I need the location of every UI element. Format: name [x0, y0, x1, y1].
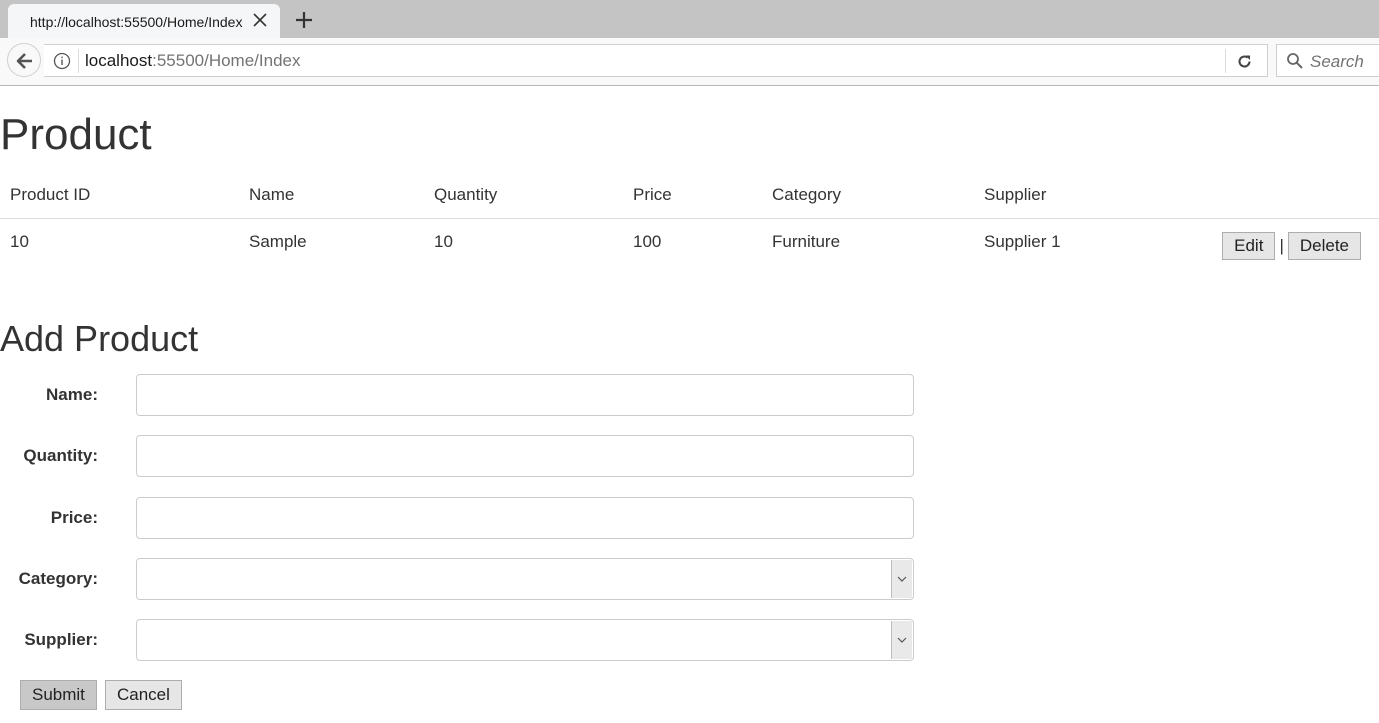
edit-button[interactable]: Edit [1222, 232, 1276, 260]
cell-category: Furniture [772, 232, 841, 251]
divider [1225, 49, 1226, 73]
separator: | [1279, 236, 1284, 255]
back-button[interactable] [7, 43, 41, 77]
url-text[interactable]: localhost:55500/Home/Index [85, 51, 301, 71]
cell-quantity: 10 [434, 232, 453, 251]
info-icon[interactable] [53, 52, 71, 75]
column-header: Price [623, 172, 762, 219]
url-path: :55500/Home/Index [152, 51, 301, 70]
products-table: Product ID Name Quantity Price Category … [0, 172, 1379, 265]
cell-price: 100 [633, 232, 662, 251]
cell-supplier: Supplier 1 [984, 232, 1061, 251]
url-host: localhost [85, 51, 153, 70]
table-row: 10 Sample 10 100 Furniture Supplier 1 Ed… [0, 219, 1379, 266]
arrow-left-icon [16, 53, 32, 69]
cell-product-id: 10 [10, 232, 29, 251]
browser-tabstrip: http://localhost:55500/Home/Index [0, 0, 1379, 38]
name-label: Name: [46, 385, 98, 404]
column-header: Category [762, 172, 974, 219]
form-row-supplier: Supplier: [0, 619, 920, 661]
column-header: Quantity [424, 172, 623, 219]
column-header: Product ID [0, 172, 239, 219]
page-content: Product Product ID Name Quantity Price C… [0, 86, 1379, 723]
cell-name: Sample [249, 232, 307, 251]
dropdown-button[interactable] [891, 560, 912, 598]
supplier-select[interactable] [136, 619, 914, 661]
chevron-down-icon [897, 576, 907, 582]
table-header-row: Product ID Name Quantity Price Category … [0, 172, 1379, 219]
column-header-actions [1184, 172, 1379, 219]
category-select[interactable] [136, 558, 914, 600]
form-row-category: Category: [0, 558, 920, 600]
page-title: Product [0, 110, 152, 159]
cancel-button[interactable]: Cancel [105, 680, 182, 710]
form-title: Add Product [0, 318, 199, 359]
column-header: Name [239, 172, 424, 219]
address-bar[interactable]: localhost:55500/Home/Index [44, 44, 1268, 77]
search-placeholder: Search [1310, 52, 1364, 71]
plus-icon[interactable] [292, 8, 316, 32]
browser-tab[interactable]: http://localhost:55500/Home/Index [8, 4, 280, 38]
tab-title: http://localhost:55500/Home/Index [30, 14, 243, 30]
name-input[interactable] [136, 374, 914, 416]
divider [78, 49, 79, 73]
search-icon [1286, 52, 1304, 75]
quantity-label: Quantity: [23, 446, 98, 465]
price-input[interactable] [136, 497, 914, 539]
dropdown-button[interactable] [891, 621, 912, 659]
category-label: Category: [18, 569, 98, 588]
chevron-down-icon [897, 637, 907, 643]
form-row-quantity: Quantity: [0, 435, 920, 477]
browser-toolbar: localhost:55500/Home/Index Search [0, 38, 1379, 86]
delete-button[interactable]: Delete [1287, 232, 1361, 260]
price-label: Price: [50, 508, 98, 527]
form-row-name: Name: [0, 374, 920, 416]
quantity-input[interactable] [136, 435, 914, 477]
supplier-label: Supplier: [24, 630, 98, 649]
submit-button[interactable]: Submit [20, 680, 97, 710]
search-input[interactable]: Search [1276, 44, 1379, 77]
close-icon[interactable] [250, 10, 270, 30]
form-row-price: Price: [0, 497, 920, 539]
cell-actions: Edit | Delete [1184, 219, 1379, 266]
column-header: Supplier [974, 172, 1184, 219]
reload-icon[interactable] [1236, 53, 1253, 75]
